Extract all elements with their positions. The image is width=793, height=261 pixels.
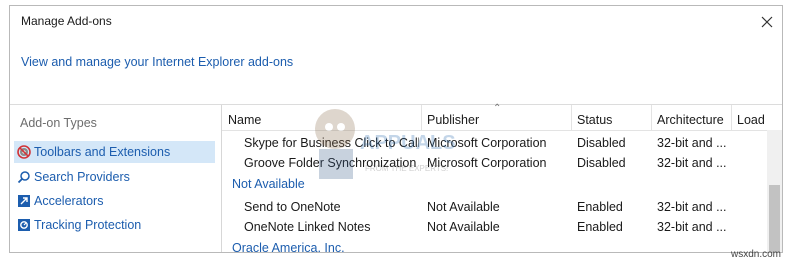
addon-name: Groove Folder Synchronization (244, 156, 417, 170)
addon-status: Disabled (577, 136, 626, 150)
addon-architecture: 32-bit and ... (657, 200, 727, 214)
close-icon (761, 16, 773, 28)
addons-list: Name Publisher Status Architecture Load … (222, 103, 782, 253)
sidebar-item-tracking-protection[interactable]: Tracking Protection (14, 214, 215, 236)
manage-addons-window: Manage Add-ons View and manage your Inte… (9, 5, 783, 253)
gear-blocked-icon (17, 145, 31, 159)
window-title: Manage Add-ons (21, 14, 112, 28)
addon-publisher: Not Available (427, 200, 500, 214)
addon-types-sidebar: Add-on Types Toolbars and Extensions Sea… (10, 105, 222, 252)
column-header: Name Publisher Status Architecture Load … (222, 103, 782, 131)
close-button[interactable] (758, 13, 776, 31)
sidebar-item-accelerators[interactable]: Accelerators (14, 190, 215, 212)
addon-architecture: 32-bit and ... (657, 136, 727, 150)
scrollbar-thumb[interactable] (769, 185, 780, 252)
table-row[interactable]: Send to OneNote Not Available Enabled 32… (222, 198, 766, 218)
sidebar-item-label: Tracking Protection (34, 218, 142, 232)
shield-icon (17, 218, 31, 232)
addon-publisher: Not Available (427, 220, 500, 234)
addon-name: Send to OneNote (244, 200, 341, 214)
group-header-not-available: Not Available (232, 177, 305, 191)
group-header-oracle: Oracle America, Inc. (232, 241, 345, 253)
accelerator-icon (17, 194, 31, 208)
header-subtitle: View and manage your Internet Explorer a… (21, 55, 294, 69)
site-credit: wsxdn.com (730, 249, 781, 260)
column-load[interactable]: Load (731, 105, 782, 130)
sidebar-item-search-providers[interactable]: Search Providers (14, 166, 215, 188)
table-row[interactable]: Skype for Business Click to Call Microso… (222, 134, 766, 154)
addon-publisher: Microsoft Corporation (427, 136, 547, 150)
column-name[interactable]: Name (222, 105, 421, 130)
addon-status: Disabled (577, 156, 626, 170)
sort-ascending-icon: ⌃ (493, 103, 502, 114)
sidebar-item-label: Toolbars and Extensions (34, 145, 171, 159)
addon-status: Enabled (577, 200, 623, 214)
sidebar-item-label: Search Providers (34, 170, 130, 184)
sidebar-item-label: Accelerators (34, 194, 104, 208)
addon-architecture: 32-bit and ... (657, 156, 727, 170)
sidebar-heading: Add-on Types (20, 116, 97, 130)
table-row[interactable]: OneNote Linked Notes Not Available Enabl… (222, 218, 766, 238)
addon-name: Skype for Business Click to Call (244, 136, 419, 150)
addon-name: OneNote Linked Notes (244, 220, 371, 234)
addon-architecture: 32-bit and ... (657, 220, 727, 234)
sidebar-item-toolbars-and-extensions[interactable]: Toolbars and Extensions (14, 141, 215, 163)
addon-status: Enabled (577, 220, 623, 234)
search-icon (17, 170, 31, 184)
column-architecture[interactable]: Architecture (651, 105, 731, 130)
addon-publisher: Microsoft Corporation (427, 156, 547, 170)
vertical-scrollbar[interactable] (767, 130, 782, 252)
table-row[interactable]: Groove Folder Synchronization Microsoft … (222, 154, 766, 174)
column-status[interactable]: Status (571, 105, 651, 130)
